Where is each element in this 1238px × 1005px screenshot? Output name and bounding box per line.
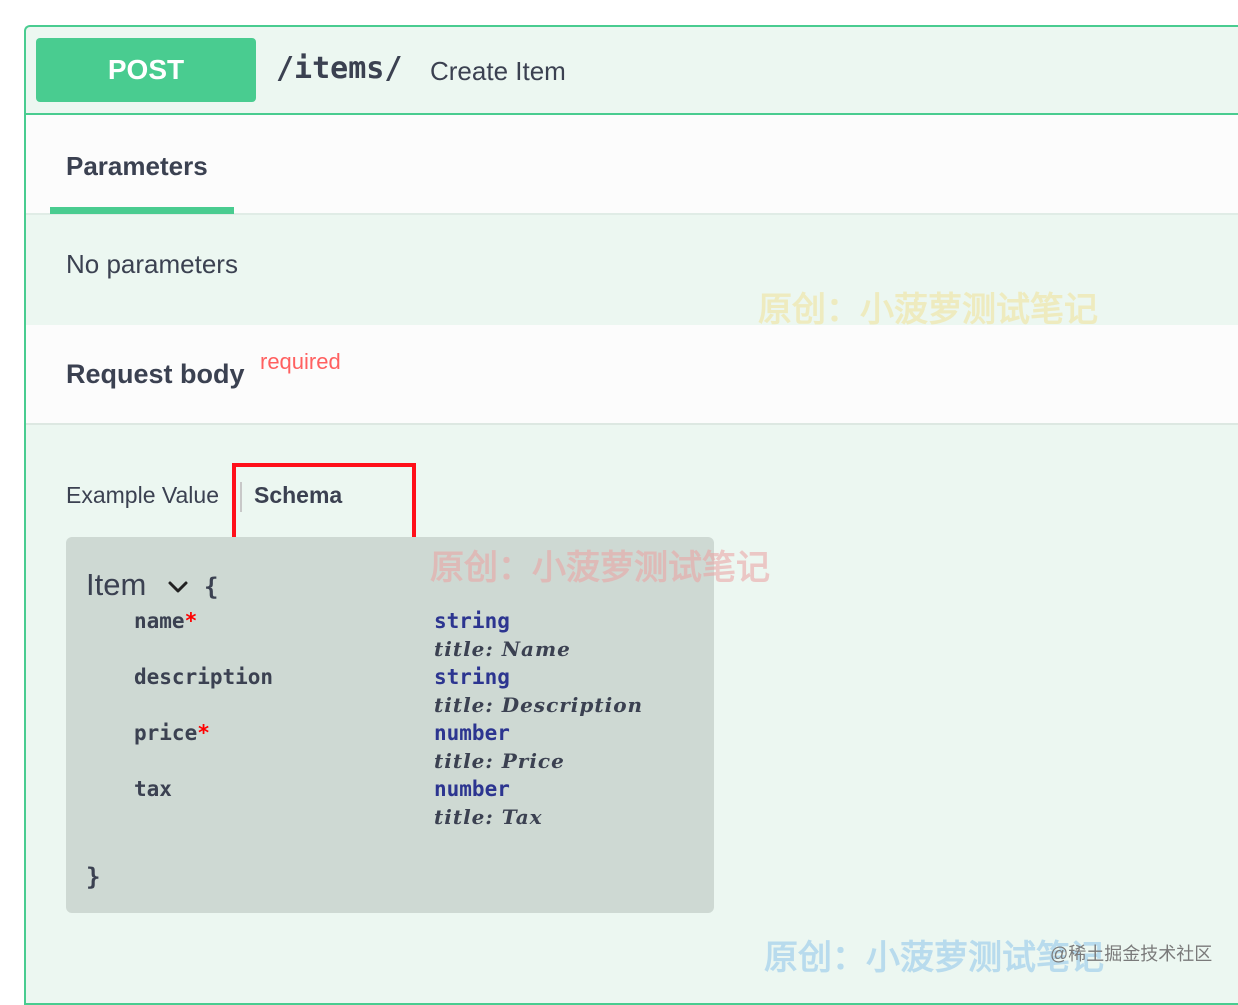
property-type: string <box>434 665 510 689</box>
required-label: required <box>260 349 341 374</box>
watermark-text: 原创：小菠萝测试笔记 <box>758 290 1098 330</box>
required-star: * <box>184 609 198 633</box>
operation-summary-text: Create Item <box>430 56 566 86</box>
operation-path: /items/ <box>276 51 403 86</box>
tab-parameters[interactable]: Parameters <box>66 151 208 182</box>
property-title: title: Description <box>434 693 644 717</box>
property-type: number <box>434 777 510 801</box>
property-title: title: Name <box>434 637 571 661</box>
required-star: * <box>197 721 210 745</box>
property-type: string <box>434 609 510 633</box>
chevron-down-icon[interactable] <box>166 577 190 597</box>
schema-model-box: Item { name* string title: Name descript… <box>66 537 714 913</box>
open-brace: { <box>204 573 219 601</box>
model-name[interactable]: Item <box>86 567 146 603</box>
tab-example-value[interactable]: Example Value <box>66 482 219 509</box>
operation-summary-bar[interactable]: POST /items/ Create Item <box>26 27 1238 115</box>
property-title: title: Tax <box>434 805 543 829</box>
active-tab-indicator <box>50 207 234 214</box>
close-brace: } <box>86 863 101 891</box>
property-name: price* <box>134 721 210 745</box>
property-name: tax <box>134 777 172 801</box>
request-body-header: Request body required <box>26 325 1238 425</box>
no-parameters-text: No parameters <box>66 249 238 279</box>
property-name: description <box>134 665 274 689</box>
post-operation-block: POST /items/ Create Item Parameters No p… <box>24 25 1238 1005</box>
watermark-text: 原创：小菠萝测试笔记 <box>430 548 770 588</box>
credit-watermark: @稀土掘金技术社区 <box>1050 944 1213 964</box>
http-method-badge: POST <box>36 38 256 102</box>
property-name: name* <box>134 609 198 633</box>
property-title: title: Price <box>434 749 565 773</box>
parameters-tab-header: Parameters <box>26 115 1238 215</box>
property-type: number <box>434 721 510 745</box>
request-body-title: Request body <box>66 359 245 389</box>
